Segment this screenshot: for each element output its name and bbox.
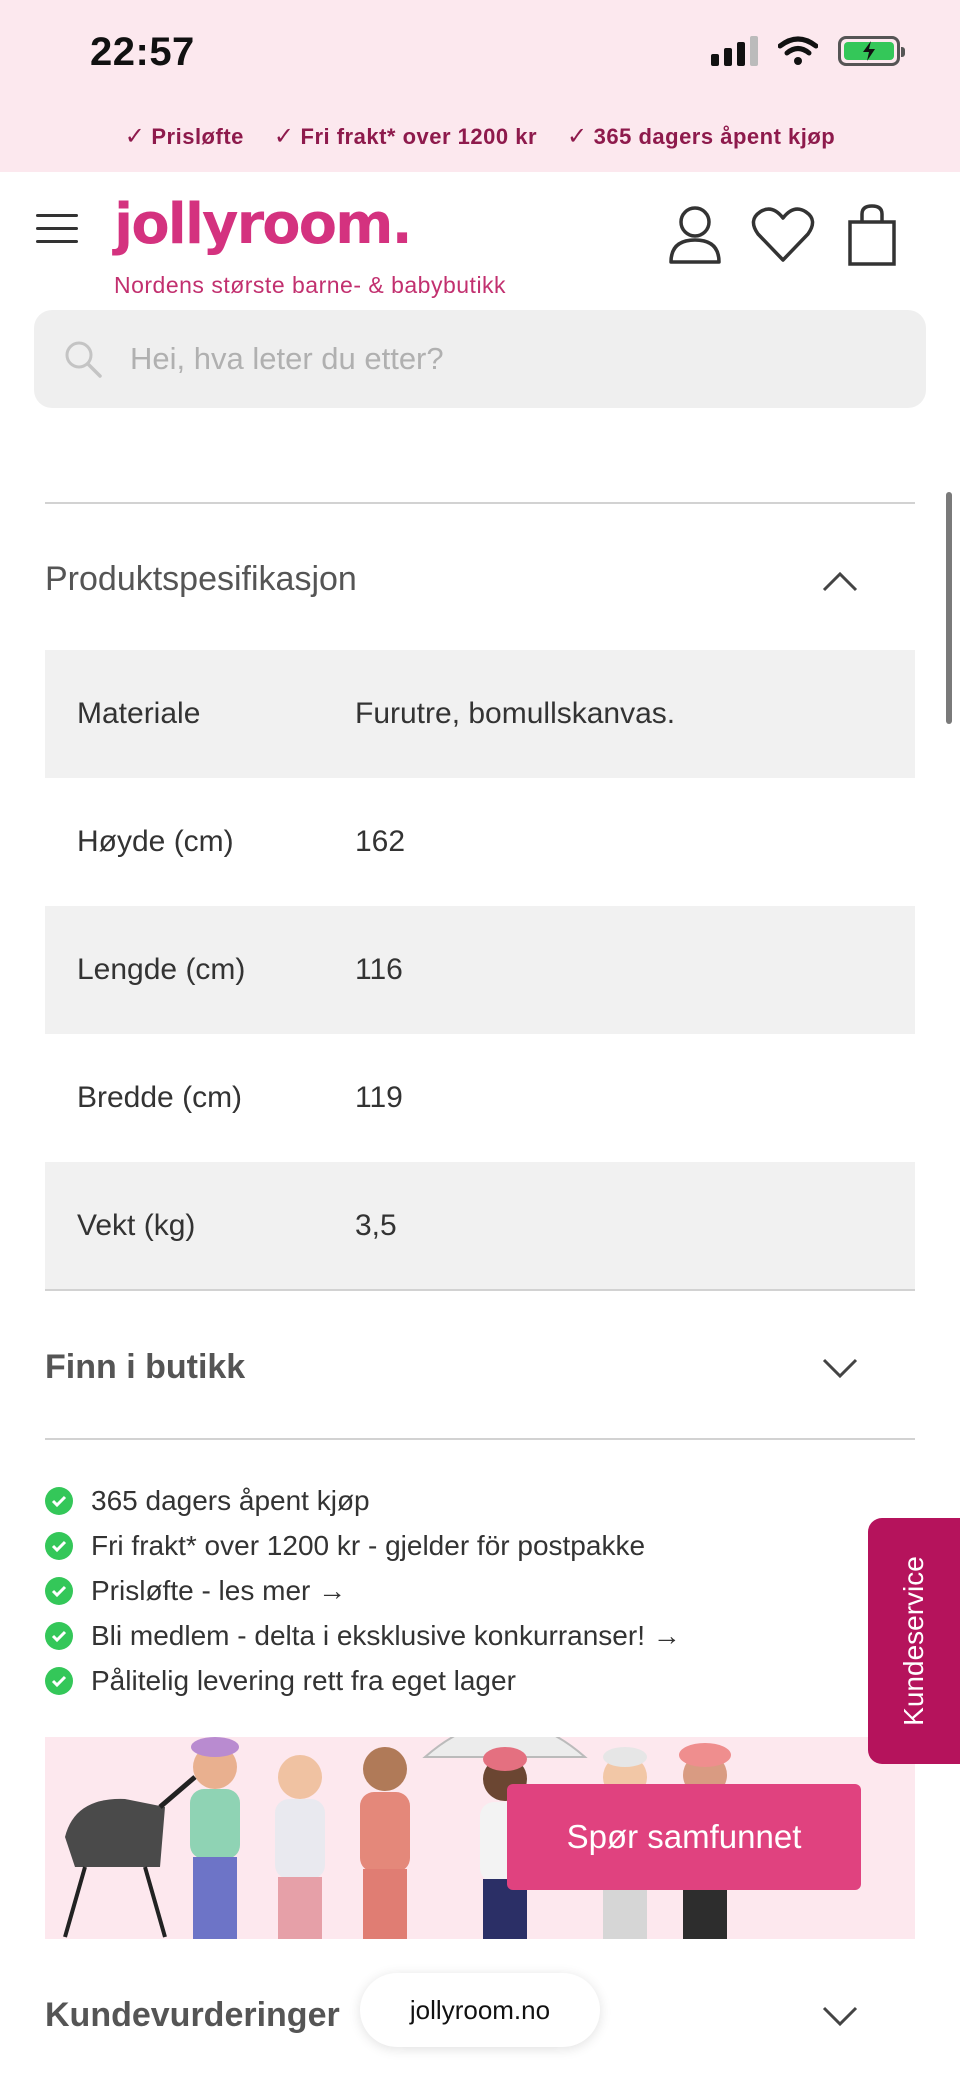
usp-link[interactable]: Prisløfte - les mer → (91, 1575, 346, 1607)
check-icon: ✓ (273, 123, 295, 150)
stroller-icon (63, 1775, 197, 1938)
green-check-icon (45, 1576, 73, 1605)
green-check-icon (45, 1666, 73, 1695)
menu-icon[interactable] (36, 214, 78, 244)
spec-value: 119 (355, 1081, 403, 1114)
account-icon[interactable] (665, 202, 725, 266)
charging-bolt-icon (863, 41, 875, 61)
find-in-store-title[interactable]: Finn i butikk (45, 1348, 245, 1387)
spec-value: 3,5 (355, 1209, 397, 1242)
promo-label: Prisløfte (151, 123, 244, 149)
scrollbar[interactable] (946, 492, 952, 724)
heart-icon[interactable] (750, 202, 816, 266)
divider (45, 1289, 915, 1291)
usp-item[interactable]: Prisløfte - les mer → (45, 1568, 865, 1613)
promo-item: ✓ 365 dagers åpent kjøp (567, 122, 835, 151)
cellular-signal-icon (711, 36, 758, 66)
status-icons (711, 36, 905, 66)
spec-label: Vekt (kg) (77, 1209, 196, 1242)
spec-label: Bredde (cm) (77, 1081, 243, 1114)
green-check-icon (45, 1486, 73, 1515)
customer-service-label: Kundeservice (898, 1556, 929, 1726)
ask-community-button[interactable]: Spør samfunnet (507, 1784, 861, 1890)
usp-item[interactable]: Bli medlem - delta i eksklusive konkurra… (45, 1613, 865, 1658)
shopping-bag-icon[interactable] (842, 202, 902, 266)
spec-value: Furutre, bomullskanvas. (355, 697, 676, 730)
promo-label: Fri frakt* over 1200 kr (300, 123, 538, 149)
usp-label: Fri frakt* over 1200 kr - gjelder för po… (91, 1529, 646, 1561)
check-icon: ✓ (567, 123, 588, 150)
spec-row: Lengde (cm) 116 (45, 906, 915, 1034)
reviews-title[interactable]: Kundevurderinger (45, 1996, 340, 2035)
spec-value: 162 (355, 825, 406, 858)
search-icon (65, 341, 102, 378)
tagline: Nordens største barne- & babybutikk (114, 272, 507, 298)
customer-service-tab[interactable]: Kundeservice (868, 1518, 960, 1764)
wifi-icon (778, 36, 818, 65)
spec-label: Lengde (cm) (77, 953, 246, 986)
spec-title[interactable]: Produktspesifikasjon (45, 560, 357, 599)
chevron-down-icon[interactable] (820, 2004, 860, 2030)
status-time: 22:57 (90, 30, 195, 74)
usp-label: Pålitelig levering rett fra eget lager (91, 1664, 516, 1696)
divider (45, 1438, 915, 1440)
spec-row: Bredde (cm) 119 (45, 1034, 915, 1162)
promo-item: ✓ Fri frakt* over 1200 kr (274, 122, 537, 151)
promo-label: 365 dagers åpent kjøp (593, 123, 836, 149)
divider (45, 502, 915, 504)
usp-list: 365 dagers åpent kjøp Fri frakt* over 12… (45, 1478, 865, 1703)
logo[interactable]: jollyroom. (114, 192, 413, 257)
usp-link[interactable]: Bli medlem - delta i eksklusive konkurra… (91, 1620, 681, 1652)
usp-item: Fri frakt* over 1200 kr - gjelder för po… (45, 1523, 865, 1568)
search-bar (34, 310, 926, 408)
spec-row: Materiale Furutre, bomullskanvas. (45, 650, 915, 778)
browser-url-pill[interactable]: jollyroom.no (360, 1973, 600, 2047)
green-check-icon (45, 1621, 73, 1650)
battery-icon (838, 36, 905, 66)
usp-item: 365 dagers åpent kjøp (45, 1478, 865, 1523)
spec-label: Høyde (cm) (77, 825, 234, 858)
chevron-down-icon[interactable] (820, 1356, 860, 1382)
spec-value: 116 (355, 953, 403, 986)
spec-table: Materiale Furutre, bomullskanvas. Høyde … (45, 650, 915, 1290)
spec-label: Materiale (77, 697, 201, 730)
green-check-icon (45, 1531, 73, 1560)
usp-item: Pålitelig levering rett fra eget lager (45, 1658, 865, 1703)
search-input[interactable] (130, 310, 890, 408)
promo-bar: ✓ Prisløfte ✓ Fri frakt* over 1200 kr ✓ … (0, 122, 960, 151)
usp-label: 365 dagers åpent kjøp (91, 1484, 370, 1516)
check-icon: ✓ (124, 123, 146, 150)
promo-item: ✓ Prisløfte (125, 122, 244, 151)
site-header: jollyroom. Nordens største barne- & baby… (0, 172, 960, 302)
spec-row: Vekt (kg) 3,5 (45, 1162, 915, 1290)
chevron-up-icon[interactable] (820, 568, 860, 594)
spec-row: Høyde (cm) 162 (45, 778, 915, 906)
